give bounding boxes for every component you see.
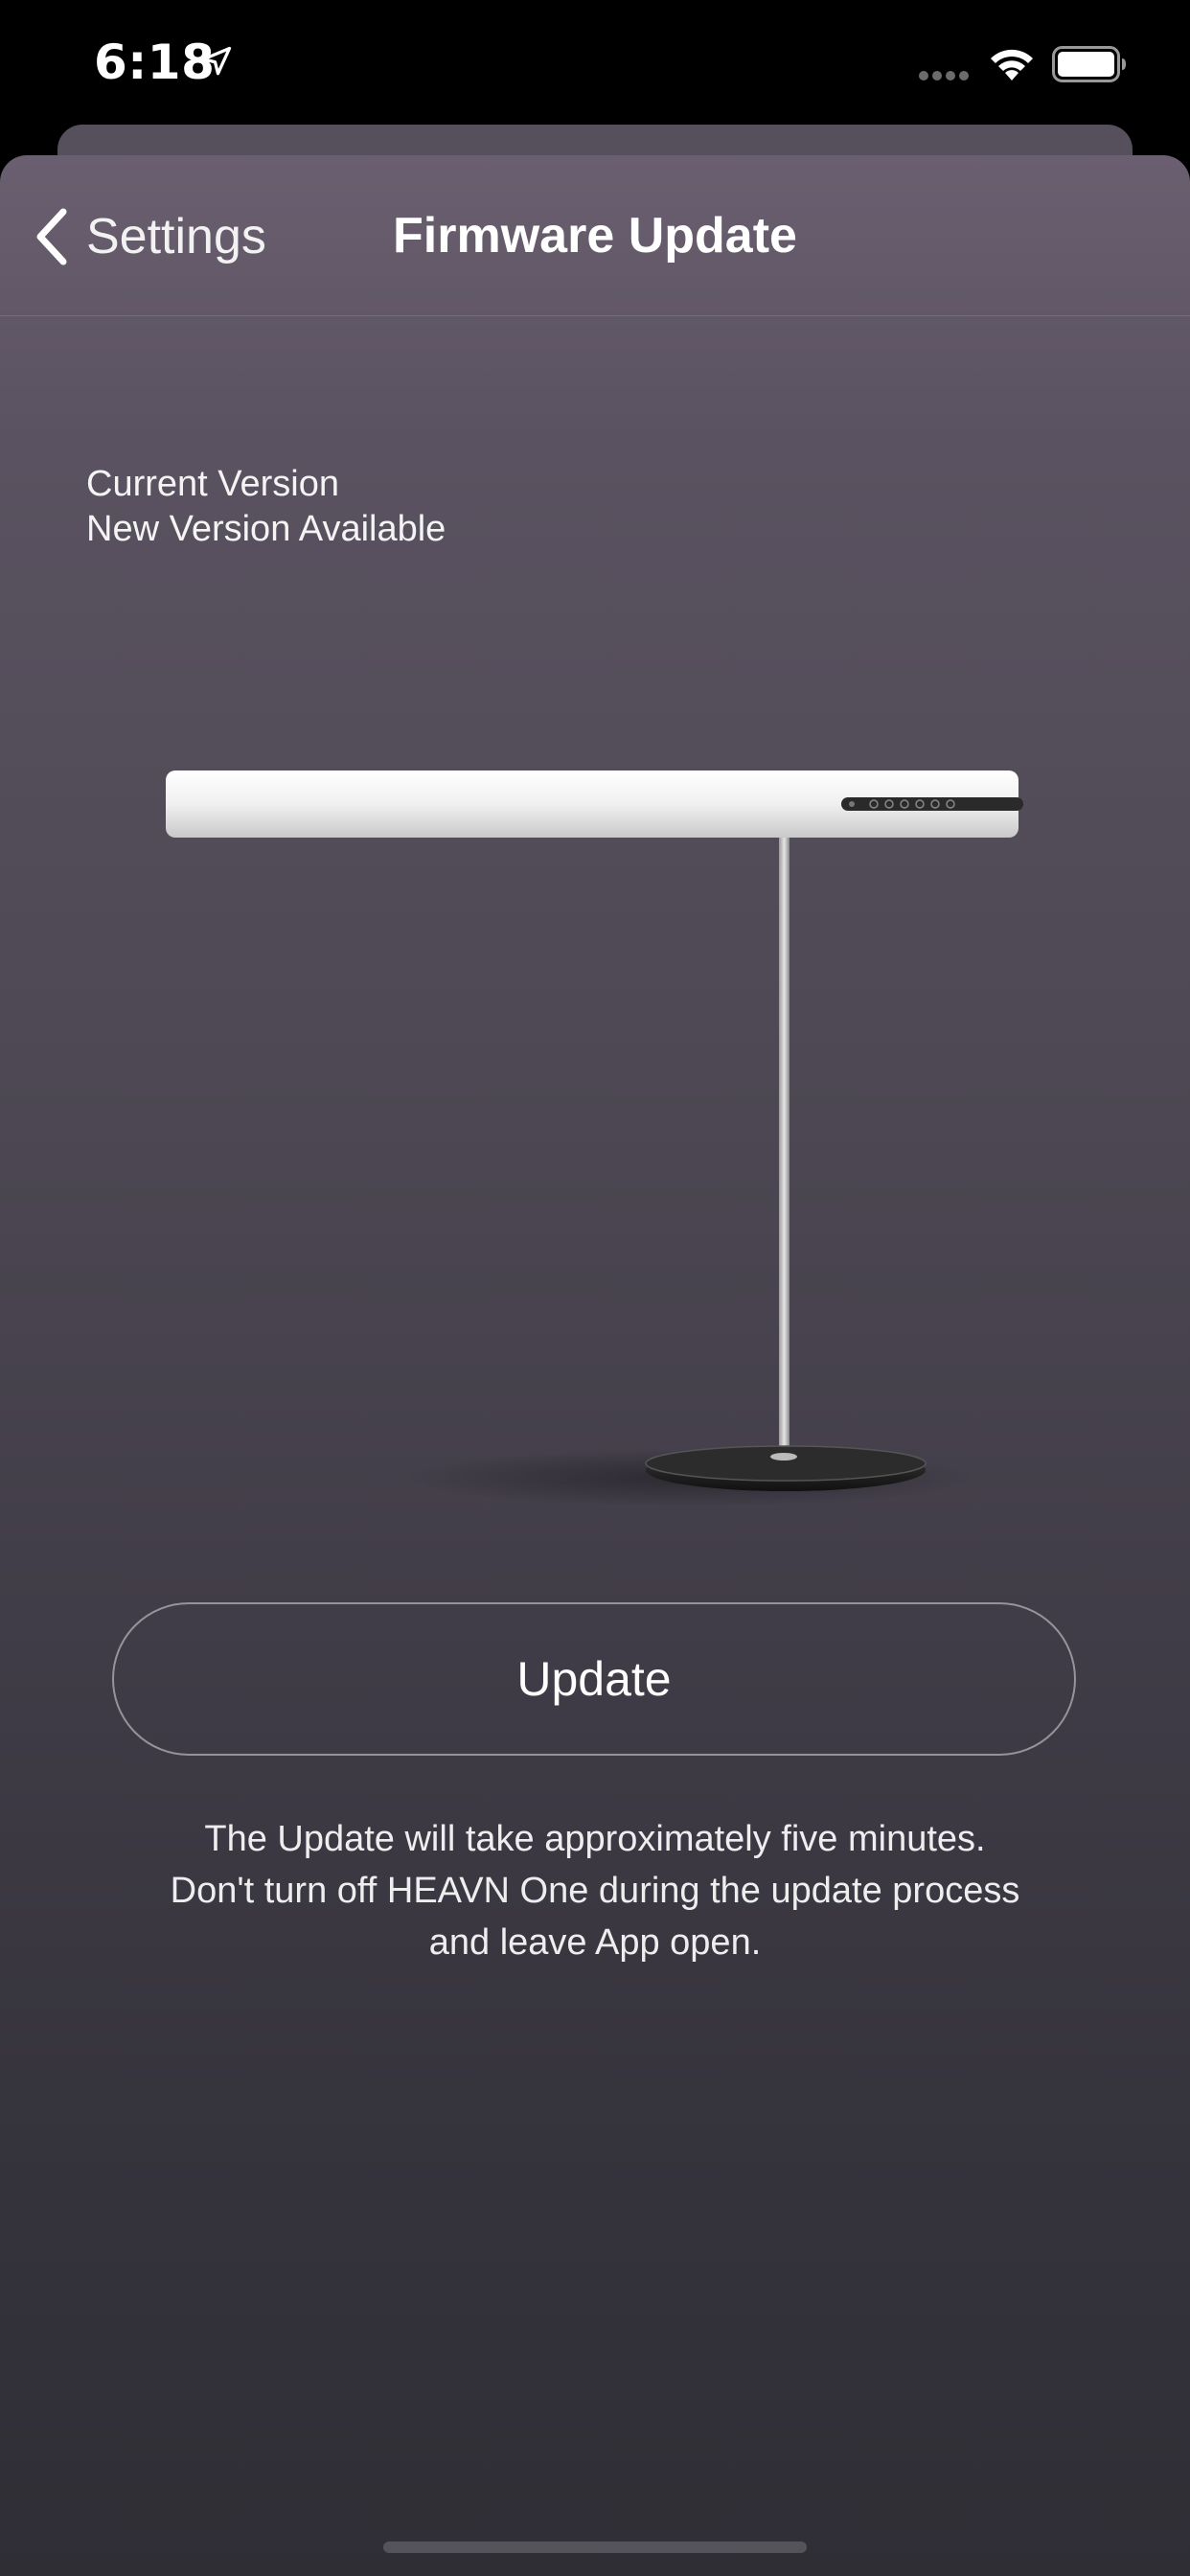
version-info: Current Version New Version Available: [86, 462, 446, 552]
status-bar: 6:18: [0, 0, 1190, 134]
update-info-text: The Update will take approximately five …: [96, 1813, 1094, 1968]
info-line-3: and leave App open.: [428, 1922, 762, 1963]
page-title: Firmware Update: [393, 208, 797, 264]
cellular-signal-icon: [919, 71, 969, 80]
navigation-bar: Settings Firmware Update: [0, 155, 1190, 316]
new-version-label: New Version Available: [86, 509, 446, 549]
location-arrow-icon: [201, 46, 232, 76]
info-line-1: The Update will take approximately five …: [204, 1819, 986, 1859]
current-version-label: Current Version: [86, 464, 340, 504]
status-time: 6:18: [94, 34, 216, 90]
battery-icon: [1052, 46, 1126, 82]
firmware-update-sheet: Settings Firmware Update Current Version…: [0, 155, 1190, 2576]
info-line-2: Don't turn off HEAVN One during the upda…: [170, 1871, 1020, 1911]
lamp-image: [166, 770, 1023, 1506]
update-button[interactable]: Update: [112, 1602, 1076, 1756]
wifi-icon: [991, 49, 1033, 80]
home-indicator: [383, 2542, 807, 2553]
